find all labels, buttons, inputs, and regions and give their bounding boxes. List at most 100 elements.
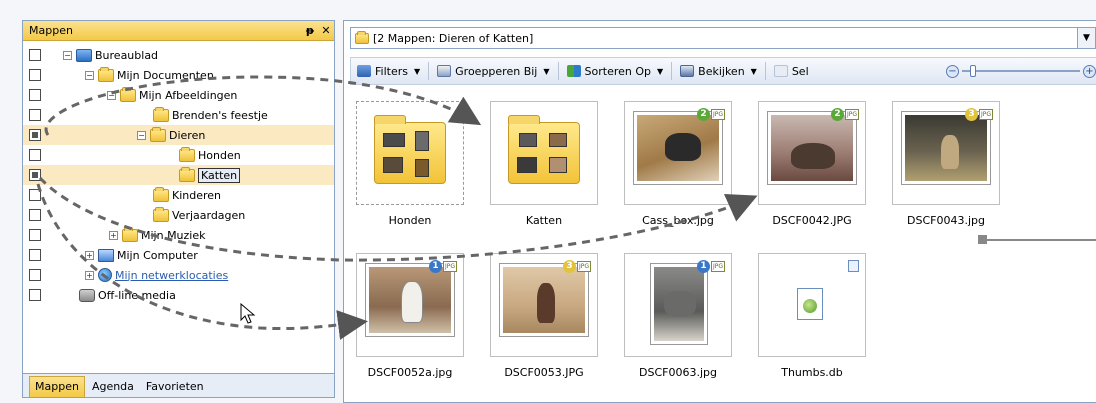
expand-icon[interactable]: + bbox=[109, 230, 118, 240]
file-item-dscf0052a[interactable]: 1 JPG DSCF0052a.jpg bbox=[356, 253, 464, 379]
toolbar-separator bbox=[764, 62, 766, 80]
zoom-slider[interactable]: − + bbox=[946, 64, 1096, 78]
tree-row[interactable]: Kinderen bbox=[23, 185, 334, 205]
file-item-dscf0042[interactable]: 2 JPG DSCF0042.JPG bbox=[758, 101, 866, 227]
file-item-cass-box[interactable]: 2 JPG Cass_box.jpg bbox=[624, 101, 732, 227]
file-item-dscf0053[interactable]: 3 JPG DSCF0053.JPG bbox=[490, 253, 598, 379]
zoom-thumb[interactable] bbox=[970, 65, 976, 77]
filters-button[interactable]: Filters ▼ bbox=[351, 59, 426, 83]
tree-checkbox[interactable] bbox=[29, 69, 41, 81]
tree-checkbox[interactable] bbox=[29, 289, 41, 301]
folder-icon bbox=[153, 186, 169, 202]
view-button[interactable]: Bekijken ▼ bbox=[674, 59, 763, 83]
tree-checkbox[interactable] bbox=[29, 109, 41, 121]
folder-tree: − Bureaublad − Mijn Documenten − Mijn Af… bbox=[23, 41, 334, 373]
tree-checkbox[interactable] bbox=[29, 189, 41, 201]
photo-thumbnail bbox=[768, 112, 856, 184]
folder-icon bbox=[122, 226, 138, 242]
tab-agenda[interactable]: Agenda bbox=[87, 377, 139, 397]
tree-checkbox-checked[interactable] bbox=[29, 169, 41, 181]
zoom-track[interactable] bbox=[962, 65, 1080, 77]
sort-icon bbox=[566, 65, 581, 77]
filter-icon bbox=[357, 65, 371, 77]
zoom-out-icon[interactable]: − bbox=[946, 64, 959, 78]
pin-icon[interactable]: ᵽ bbox=[302, 24, 318, 37]
file-item-dscf0043[interactable]: 3 JPG DSCF0043.jpg bbox=[892, 101, 1000, 227]
tree-row-selected[interactable]: − Dieren bbox=[23, 125, 334, 145]
tree-row-selected[interactable]: Katten bbox=[23, 165, 334, 185]
tree-row[interactable]: − Bureaublad bbox=[23, 45, 334, 65]
sort-button[interactable]: Sorteren Op ▼ bbox=[561, 59, 670, 83]
tree-checkbox[interactable] bbox=[29, 269, 41, 281]
address-text: [2 Mappen: Dieren of Katten] bbox=[373, 31, 534, 45]
rating-badge: 3 JPG bbox=[562, 260, 591, 273]
tree-row[interactable]: − Mijn Documenten bbox=[23, 65, 334, 85]
file-item-thumbs-db[interactable]: Thumbs.db bbox=[758, 253, 866, 379]
file-item-katten[interactable]: Katten bbox=[490, 101, 598, 227]
file-item-dscf0063[interactable]: 1 JPG DSCF0063.jpg bbox=[624, 253, 732, 379]
folder-icon bbox=[179, 166, 195, 182]
view-icon bbox=[680, 65, 695, 77]
tab-favorieten[interactable]: Favorieten bbox=[141, 377, 209, 397]
file-type-badge bbox=[848, 260, 859, 272]
tree-row[interactable]: − Mijn Afbeeldingen bbox=[23, 85, 334, 105]
database-file-icon bbox=[797, 288, 823, 320]
folder-icon bbox=[120, 86, 136, 102]
tree-row[interactable]: Brenden's feestje bbox=[23, 105, 334, 125]
cat-silhouette bbox=[537, 283, 555, 323]
collapse-icon[interactable]: − bbox=[107, 90, 116, 100]
group-button[interactable]: Groepperen Bij ▼ bbox=[431, 59, 555, 83]
tree-item-label: Honden bbox=[198, 148, 241, 162]
item-name: DSCF0042.JPG bbox=[772, 214, 852, 227]
address-bar[interactable]: [2 Mappen: Dieren of Katten] ▼ bbox=[350, 27, 1096, 49]
tree-row[interactable]: + Mijn Muziek bbox=[23, 225, 334, 245]
chevron-down-icon[interactable]: ▼ bbox=[1077, 28, 1095, 48]
tree-checkbox[interactable] bbox=[29, 49, 41, 61]
zoom-in-icon[interactable]: + bbox=[1083, 64, 1096, 78]
photo-thumbnail bbox=[366, 264, 454, 336]
item-name: Cass_box.jpg bbox=[642, 214, 714, 227]
select-label: Sel bbox=[791, 64, 809, 78]
rating-count: 1 bbox=[696, 260, 710, 273]
item-frame bbox=[490, 101, 598, 205]
tree-checkbox[interactable] bbox=[29, 249, 41, 261]
item-frame bbox=[356, 101, 464, 205]
close-icon[interactable]: ✕ bbox=[318, 24, 334, 37]
expand-icon[interactable]: + bbox=[85, 270, 94, 280]
tree-item-label: Katten bbox=[198, 167, 241, 183]
tree-row[interactable]: Honden bbox=[23, 145, 334, 165]
rating-badge: 1 JPG bbox=[696, 260, 725, 273]
tree-item-label: Mijn Afbeeldingen bbox=[139, 88, 238, 102]
tab-mappen[interactable]: Mappen bbox=[29, 376, 85, 397]
expand-icon[interactable]: + bbox=[85, 250, 94, 260]
mouse-cursor-icon bbox=[240, 303, 256, 324]
tree-checkbox[interactable] bbox=[29, 209, 41, 221]
select-button[interactable]: Sel bbox=[768, 59, 815, 83]
tree-row[interactable]: + Mijn Computer bbox=[23, 245, 334, 265]
collapse-icon[interactable]: − bbox=[85, 70, 94, 80]
item-frame: 2 JPG bbox=[758, 101, 866, 205]
collapse-icon[interactable]: − bbox=[63, 50, 72, 60]
thumbnail bbox=[383, 133, 405, 147]
tree-checkbox[interactable] bbox=[29, 89, 41, 101]
tree-checkbox[interactable] bbox=[29, 229, 41, 241]
tree-item-label: Kinderen bbox=[172, 188, 222, 202]
photo-thumbnail bbox=[902, 112, 990, 184]
folder-icon bbox=[153, 206, 169, 222]
toolbar-separator bbox=[557, 62, 559, 80]
thumbnail bbox=[519, 133, 537, 147]
item-frame: 3 JPG bbox=[892, 101, 1000, 205]
tree-row[interactable]: Off-line media bbox=[23, 285, 334, 305]
file-item-honden[interactable]: Honden bbox=[356, 101, 464, 227]
jpg-icon: JPG bbox=[844, 109, 859, 120]
tree-checkbox[interactable] bbox=[29, 149, 41, 161]
chevron-down-icon: ▼ bbox=[657, 66, 664, 76]
collapse-icon[interactable]: − bbox=[137, 130, 146, 140]
thumbnail bbox=[549, 157, 567, 173]
jpg-icon: JPG bbox=[710, 109, 725, 120]
rating-count: 1 bbox=[428, 260, 442, 273]
tree-checkbox-checked[interactable] bbox=[29, 129, 41, 141]
tree-row[interactable]: + Mijn netwerklocaties bbox=[23, 265, 334, 285]
folder-icon bbox=[355, 30, 369, 44]
tree-row[interactable]: Verjaardagen bbox=[23, 205, 334, 225]
